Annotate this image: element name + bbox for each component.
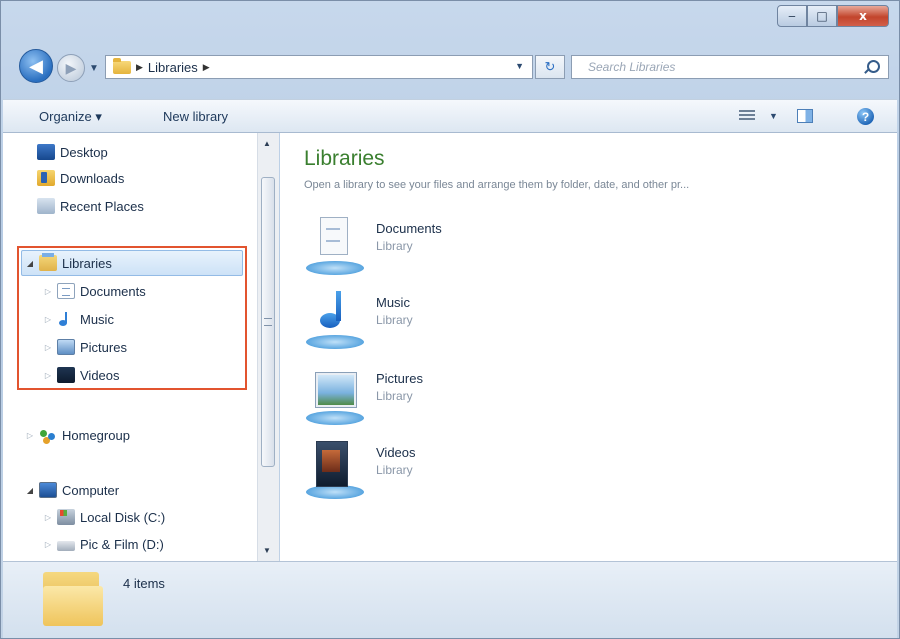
downloads-icon [37,170,55,186]
command-bar: Organize ▾ New library ▼ ? [3,99,897,133]
minimize-icon: ‒ [788,9,796,23]
new-library-button[interactable]: New library [163,109,228,124]
recent-pages-dropdown[interactable]: ▼ [89,63,99,74]
recent-places-icon [37,198,55,214]
close-icon: x [859,9,867,23]
expanded-arrow-icon[interactable]: ◢ [25,486,35,495]
library-item-type: Library [376,239,413,253]
music-library-icon [306,291,364,349]
page-title: Libraries [304,147,385,170]
close-button[interactable]: x [837,5,889,27]
back-button[interactable]: ◀ [19,49,53,83]
maximize-button[interactable]: □ [807,5,837,27]
item-count: 4 items [123,576,165,591]
caption-buttons: ‒ □ x [777,5,889,27]
refresh-button[interactable]: ↻ [535,55,565,79]
nav-item-pic-film[interactable]: ▷ Pic & Film (D:) [43,531,164,557]
nav-item-label: Downloads [60,170,125,186]
videos-library-icon [306,441,364,499]
refresh-icon: ↻ [544,59,556,74]
page-subtitle: Open a library to see your files and arr… [304,179,690,191]
organize-button[interactable]: Organize ▾ [39,109,102,125]
scrollbar-thumb[interactable] [261,177,275,467]
nav-item-label: Recent Places [60,198,144,214]
status-bar: 4 items [3,561,897,638]
help-icon[interactable]: ? [857,108,874,125]
homegroup-icon [39,427,57,443]
content-pane: Libraries Open a library to see your fil… [280,133,897,561]
library-item-name: Documents [376,221,442,236]
scroll-down-icon[interactable]: ▼ [263,546,271,555]
search-box[interactable] [571,55,889,79]
nav-item-label: Homegroup [62,427,130,443]
library-item-name: Videos [376,445,416,460]
collapsed-arrow-icon[interactable]: ▷ [43,513,53,522]
explorer-window: ‒ □ x ◀ ▶ ▼ ▶ Libraries ▶ ▼ ↻ Organize ▾… [0,0,900,639]
nav-item-homegroup[interactable]: ▷ Homegroup [25,422,130,448]
breadcrumb-libraries[interactable]: Libraries [148,60,198,75]
libraries-highlight-box [17,246,247,390]
nav-item-label: Computer [62,482,120,498]
nav-item-recent-places[interactable]: Recent Places [37,193,144,219]
library-item-videos[interactable]: Videos Library [302,439,602,503]
optical-drive-icon [57,541,75,551]
libraries-folder-icon [43,572,103,628]
nav-item-label: Pic & Film (D:) [80,536,164,552]
library-item-pictures[interactable]: Pictures Library [302,365,602,429]
scroll-up-icon[interactable]: ▲ [263,139,271,148]
collapsed-arrow-icon[interactable]: ▷ [25,431,35,440]
local-disk-icon [57,509,75,525]
desktop-icon [37,144,55,160]
chevron-right-icon[interactable]: ▶ [136,62,143,73]
navigation-scrollbar[interactable]: ▲ ▼ [257,133,279,561]
nav-item-local-disk[interactable]: ▷ Local Disk (C:) [43,504,165,530]
library-item-type: Library [376,313,413,327]
preview-pane-icon[interactable] [797,109,813,123]
maximize-icon: □ [816,9,828,23]
library-item-name: Pictures [376,371,423,386]
grip-icon [264,318,272,326]
forward-arrow-icon: ▶ [65,59,77,76]
search-icon[interactable] [867,60,880,73]
pictures-library-icon [306,367,364,425]
computer-icon [39,482,57,498]
library-item-documents[interactable]: Documents Library [302,215,602,279]
library-item-music[interactable]: Music Library [302,289,602,353]
nav-item-desktop[interactable]: Desktop [37,139,108,165]
navigation-bar: ◀ ▶ ▼ ▶ Libraries ▶ ▼ ↻ [1,41,900,91]
nav-item-label: Desktop [60,144,108,160]
library-item-type: Library [376,463,413,477]
address-history-dropdown[interactable]: ▼ [515,61,524,71]
minimize-button[interactable]: ‒ [777,5,807,27]
forward-button[interactable]: ▶ [57,54,85,82]
library-item-type: Library [376,389,413,403]
view-options-dropdown[interactable]: ▼ [769,111,778,121]
nav-item-downloads[interactable]: Downloads [37,165,124,191]
libraries-folder-icon [113,57,131,74]
back-arrow-icon: ◀ [29,55,43,76]
collapsed-arrow-icon[interactable]: ▷ [43,540,53,549]
nav-item-label: Local Disk (C:) [80,509,166,525]
documents-library-icon [306,217,364,275]
chevron-right-icon[interactable]: ▶ [203,62,210,73]
change-view-icon[interactable] [739,110,755,122]
library-item-name: Music [376,295,410,310]
search-input[interactable] [586,59,860,75]
address-bar[interactable]: ▶ Libraries ▶ ▼ [105,55,533,79]
nav-item-computer[interactable]: ◢ Computer [25,477,119,503]
